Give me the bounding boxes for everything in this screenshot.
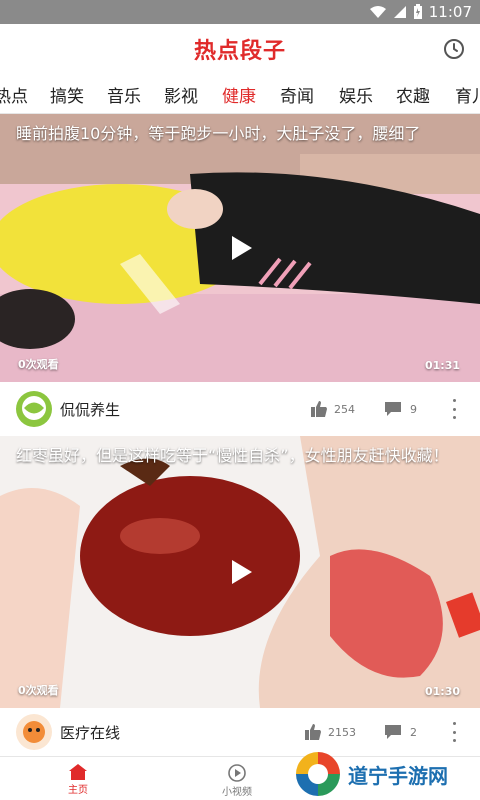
signal-icon: [393, 6, 406, 18]
wifi-icon: [369, 6, 386, 18]
comment-button[interactable]: 2: [384, 724, 417, 740]
more-dot-icon: [452, 722, 456, 725]
tab-parenting[interactable]: 育儿: [455, 82, 480, 107]
more-dot-icon: [452, 416, 456, 419]
app-bar: 热点段子: [0, 24, 480, 74]
category-tabs: 热点 搞笑 音乐 影视 健康 奇闻 娱乐 农趣 育儿: [0, 74, 480, 114]
tab-film[interactable]: 影视: [164, 82, 198, 107]
tab-oddities[interactable]: 奇闻: [280, 82, 314, 107]
tab-health[interactable]: 健康: [222, 82, 256, 107]
video-duration: 01:31: [424, 359, 460, 372]
author-name[interactable]: 侃侃养生: [60, 399, 120, 420]
like-count: 2153: [328, 725, 356, 739]
watermark-logo-icon: [296, 752, 340, 796]
watermark-text: 道宁手游网: [348, 764, 448, 788]
video-title: 睡前拍腹10分钟，等于跑步一小时，大肚子没了，腰细了: [16, 124, 421, 143]
more-dot-icon: [452, 399, 456, 402]
more-dot-icon: [452, 730, 456, 734]
tab-music[interactable]: 音乐: [107, 82, 141, 107]
nav-short-video-label: 小视频: [222, 787, 252, 798]
play-icon[interactable]: [220, 228, 260, 268]
video-duration: 01:30: [424, 685, 460, 698]
play-circle-icon: [228, 764, 246, 782]
play-icon[interactable]: [220, 552, 260, 592]
status-bar: 11:07: [0, 0, 480, 24]
clock-icon[interactable]: [442, 37, 466, 61]
app-title: 热点段子: [193, 39, 286, 64]
more-options-button[interactable]: [448, 399, 460, 419]
thumbs-up-icon: [311, 401, 327, 417]
video-title: 红枣虽好，但是这样吃等于“慢性自杀”，女性朋友赶快收藏！: [16, 446, 449, 465]
more-dot-icon: [452, 739, 456, 742]
author-avatar[interactable]: [16, 391, 52, 427]
view-count: 0次观看: [18, 684, 59, 697]
like-button[interactable]: 254: [310, 400, 355, 418]
home-icon: [69, 764, 87, 780]
nav-short-video[interactable]: 小视频: [222, 763, 252, 798]
nav-home-label: 主页: [68, 785, 88, 796]
tab-hot[interactable]: 热点: [0, 82, 28, 107]
battery-icon: [413, 4, 422, 19]
tab-funny[interactable]: 搞笑: [50, 82, 84, 107]
like-count: 254: [334, 402, 355, 416]
video-thumbnail[interactable]: 睡前拍腹10分钟，等于跑步一小时，大肚子没了，腰细了 0次观看 01:31: [0, 114, 480, 382]
comment-button[interactable]: 9: [384, 401, 417, 417]
video-meta-row: 侃侃养生 254 9: [0, 382, 480, 436]
comment-count: 2: [410, 725, 417, 739]
watermark: 道宁手游网: [292, 748, 480, 800]
comment-count: 9: [410, 402, 417, 416]
thumbs-up-icon: [305, 724, 321, 740]
tab-entertainment[interactable]: 娱乐: [339, 82, 373, 107]
author-name[interactable]: 医疗在线: [60, 722, 120, 743]
status-time: 11:07: [428, 3, 472, 21]
author-avatar[interactable]: [16, 714, 52, 750]
comment-icon: [385, 402, 401, 416]
comment-icon: [385, 725, 401, 739]
more-options-button[interactable]: [448, 722, 460, 742]
view-count: 0次观看: [18, 358, 59, 371]
tab-farm[interactable]: 农趣: [396, 82, 430, 107]
like-button[interactable]: 2153: [304, 723, 356, 741]
more-dot-icon: [452, 407, 456, 411]
video-thumbnail[interactable]: 红枣虽好，但是这样吃等于“慢性自杀”，女性朋友赶快收藏！ 0次观看 01:30: [0, 436, 480, 708]
nav-home[interactable]: 主页: [68, 763, 88, 796]
